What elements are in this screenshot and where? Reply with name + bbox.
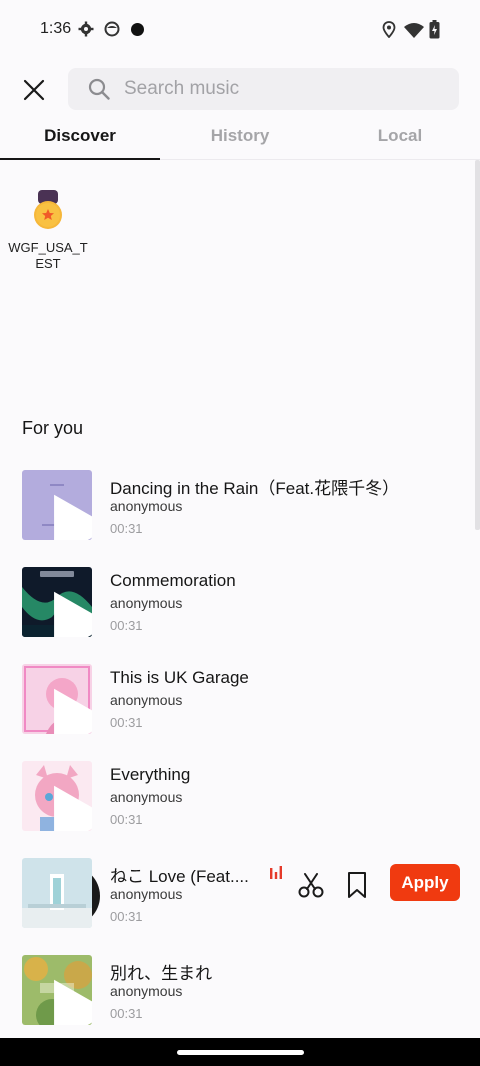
close-icon — [23, 79, 45, 101]
tab-divider — [160, 159, 480, 160]
equalizer-icon — [270, 866, 282, 879]
face-icon — [104, 21, 120, 37]
search-input[interactable] — [124, 68, 444, 110]
home-handle[interactable] — [177, 1050, 304, 1055]
tab-local[interactable]: Local — [320, 114, 480, 160]
album-cover — [22, 955, 92, 1025]
play-icon — [54, 494, 92, 540]
system-navigation-bar — [0, 1038, 480, 1066]
status-bar: 1:36 — [0, 0, 480, 60]
bookmark-icon[interactable] — [344, 870, 370, 900]
tab-bar: Discover History Local — [0, 114, 480, 160]
location-icon — [382, 21, 396, 38]
track-title: Dancing in the Rain（Feat.花隈千冬） — [110, 479, 400, 498]
track-row[interactable]: Commemoration anonymous 00:31 — [0, 565, 480, 662]
track-duration: 00:31 — [110, 715, 143, 730]
track-row[interactable]: Dancing in the Rain（Feat.花隈千冬） anonymous… — [0, 468, 480, 565]
track-title: ねこ Love (Feat.... — [110, 867, 249, 886]
medal-icon — [34, 190, 62, 229]
album-cover — [22, 664, 92, 734]
scissors-icon[interactable] — [296, 870, 326, 900]
effect-item[interactable]: WGF_USA_TEST — [4, 190, 92, 272]
track-row[interactable]: This is UK Garage anonymous 00:31 — [0, 662, 480, 759]
album-cover — [22, 470, 92, 540]
track-artist: anonymous — [110, 983, 183, 999]
tab-history[interactable]: History — [160, 114, 320, 160]
track-title: This is UK Garage — [110, 668, 249, 687]
track-duration: 00:31 — [110, 618, 143, 633]
track-list: Dancing in the Rain（Feat.花隈千冬） anonymous… — [0, 468, 480, 1050]
tab-discover[interactable]: Discover — [0, 114, 160, 160]
track-artist: anonymous — [110, 498, 183, 514]
track-title: Everything — [110, 765, 191, 784]
wifi-icon — [404, 23, 424, 38]
apply-button[interactable]: Apply — [390, 864, 460, 901]
album-cover — [22, 761, 92, 831]
track-duration: 00:31 — [110, 909, 143, 924]
track-title: 別れ、生まれ — [110, 964, 213, 983]
status-time: 1:36 — [40, 20, 72, 37]
play-icon — [54, 785, 92, 831]
track-row[interactable]: Everything anonymous 00:31 — [0, 759, 480, 856]
gear-icon — [78, 21, 94, 37]
track-duration: 00:31 — [110, 1006, 143, 1021]
album-cover — [22, 858, 92, 928]
track-duration: 00:31 — [110, 812, 143, 827]
close-button[interactable] — [18, 74, 50, 106]
album-cover — [22, 567, 92, 637]
track-artist: anonymous — [110, 595, 183, 611]
section-title: For you — [22, 418, 84, 438]
play-icon — [54, 591, 92, 637]
play-icon — [54, 979, 92, 1025]
track-row-selected[interactable]: ねこ Love (Feat.... anonymous 00:31 Apply — [0, 856, 480, 953]
track-artist: anonymous — [110, 789, 183, 805]
search-icon — [88, 78, 110, 100]
search-box[interactable] — [68, 68, 459, 110]
effect-label: WGF_USA_TEST — [8, 240, 88, 271]
battery-icon — [429, 20, 440, 39]
track-duration: 00:31 — [110, 521, 143, 536]
track-artist: anonymous — [110, 692, 183, 708]
notification-dot-icon — [131, 23, 144, 36]
track-artist: anonymous — [110, 886, 183, 902]
play-icon — [54, 688, 92, 734]
track-row[interactable]: 別れ、生まれ anonymous 00:31 — [0, 953, 480, 1050]
track-title: Commemoration — [110, 571, 236, 590]
